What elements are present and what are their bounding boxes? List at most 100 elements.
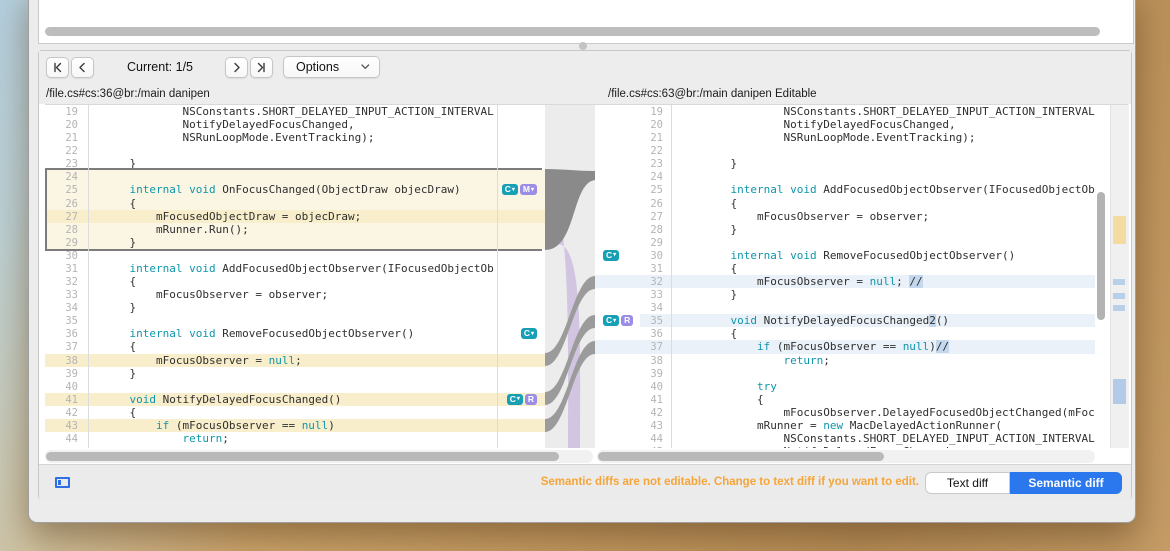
code-line[interactable]: 35 void NotifyDelayedFocusChanged2() C ▾ R <box>595 314 1095 328</box>
left-horizontal-scrollbar[interactable] <box>45 450 593 463</box>
change-badge[interactable]: C ▾ <box>603 315 620 327</box>
code-line[interactable]: 31 internal void AddFocusedObjectObserve… <box>45 262 545 275</box>
next-diff-button[interactable] <box>225 57 248 78</box>
right-horizontal-scrollbar[interactable] <box>597 450 1095 463</box>
diff-marker-blue[interactable] <box>1113 305 1125 311</box>
code-line[interactable]: 34 <box>595 301 1095 314</box>
left-code-pane[interactable]: 19 NSConstants.SHORT_DELAYED_INPUT_ACTIO… <box>45 104 545 448</box>
code-line[interactable]: 28 } <box>595 223 1095 236</box>
code-line[interactable]: 43 mRunner = new MacDelayedActionRunner( <box>595 419 1095 432</box>
scrollbar-thumb[interactable] <box>45 27 1100 36</box>
code-line[interactable]: 26 { <box>595 197 1095 210</box>
change-badge[interactable]: C ▾ <box>520 328 537 340</box>
code-line[interactable]: 41 { <box>595 393 1095 406</box>
code-line[interactable]: 33 } <box>595 288 1095 301</box>
code-line[interactable]: 44 NSConstants.SHORT_DELAYED_INPUT_ACTIO… <box>595 432 1095 445</box>
splitter-dot-icon <box>579 42 587 50</box>
code-line[interactable]: 20 NotifyDelayedFocusChanged, <box>45 118 545 131</box>
code-text: NSConstants.SHORT_DELAYED_INPUT_ACTION_I… <box>704 105 1095 118</box>
right-vertical-scrollbar[interactable] <box>1096 104 1107 448</box>
right-code-pane[interactable]: 19 NSConstants.SHORT_DELAYED_INPUT_ACTIO… <box>595 104 1128 448</box>
code-line[interactable]: 32 { <box>45 275 545 288</box>
code-line[interactable]: 43 if (mFocusObserver == null) <box>45 418 545 432</box>
code-line[interactable]: 29 } <box>45 235 545 249</box>
code-line[interactable]: 42 mFocusObserver.DelayedFocusedObjectCh… <box>595 406 1095 419</box>
diff-marker-blue[interactable] <box>1113 379 1126 404</box>
code-text: NotifyDelayedFocusChanged, <box>103 118 355 132</box>
code-line[interactable]: 34 } <box>45 301 545 314</box>
last-diff-button[interactable] <box>250 57 273 78</box>
code-text: { <box>704 327 738 341</box>
code-line[interactable]: 22 <box>45 144 545 157</box>
line-number: 22 <box>650 145 663 158</box>
semantic-diff-button[interactable]: Semantic diff <box>1010 472 1122 494</box>
code-line[interactable]: 23 } <box>45 157 545 170</box>
diff-marker-blue[interactable] <box>1113 293 1125 299</box>
line-number: 36 <box>650 328 663 341</box>
code-line[interactable]: 29 <box>595 236 1095 249</box>
code-line[interactable]: 25 internal void OnFocusChanged(ObjectDr… <box>45 183 545 197</box>
overview-ruler[interactable] <box>1110 104 1129 448</box>
diff-marker-blue[interactable] <box>1113 279 1125 285</box>
code-line[interactable]: 30 internal void RemoveFocusedObjectObse… <box>595 249 1095 262</box>
line-number: 37 <box>650 341 663 354</box>
scrollbar-thumb[interactable] <box>1097 192 1105 320</box>
code-text: { <box>103 275 137 289</box>
code-line[interactable]: 33 mFocusObserver = observer; <box>45 288 545 301</box>
code-line[interactable]: 37 if (mFocusObserver == null)// <box>595 340 1095 354</box>
renamed-badge[interactable]: R <box>524 393 537 405</box>
badge-dropdown-icon: ▾ <box>511 186 515 193</box>
code-line[interactable]: 20 NotifyDelayedFocusChanged, <box>595 118 1095 131</box>
code-line[interactable]: 39 } <box>45 367 545 380</box>
code-line[interactable]: 28 mRunner.Run(); <box>45 222 545 236</box>
code-line[interactable]: 45 NotifyDelayedFocusChanged, <box>595 445 1095 448</box>
code-line[interactable]: 22 <box>595 144 1095 157</box>
scrollbar-thumb[interactable] <box>46 452 559 461</box>
first-diff-button[interactable] <box>46 57 69 78</box>
change-badge[interactable]: C ▾ <box>603 249 620 261</box>
code-line[interactable]: 24 <box>595 170 1095 183</box>
line-number: 26 <box>650 197 663 210</box>
line-number: 24 <box>65 171 78 184</box>
code-line[interactable]: 30 <box>45 249 545 262</box>
code-line[interactable]: 38 return; <box>595 354 1095 367</box>
code-line[interactable]: 21 NSRunLoopMode.EventTracking); <box>595 131 1095 144</box>
code-line[interactable]: 21 NSRunLoopMode.EventTracking); <box>45 131 545 144</box>
change-badge[interactable]: C ▾ <box>506 393 523 405</box>
top-horizontal-scrollbar[interactable] <box>40 25 1130 39</box>
code-line[interactable]: 39 <box>595 367 1095 380</box>
scrollbar-thumb[interactable] <box>598 452 884 461</box>
change-badge[interactable]: C ▾ <box>501 184 518 196</box>
text-diff-button[interactable]: Text diff <box>925 472 1010 494</box>
code-line[interactable]: 40 <box>45 380 545 393</box>
renamed-badge[interactable]: R <box>621 315 634 327</box>
options-dropdown[interactable]: Options <box>283 56 380 78</box>
code-line[interactable]: 36 internal void RemoveFocusedObjectObse… <box>45 327 545 340</box>
code-line[interactable]: 41 void NotifyDelayedFocusChanged() C ▾ R <box>45 392 545 406</box>
code-line[interactable]: 36 { <box>595 327 1095 340</box>
code-text: } <box>103 366 137 380</box>
previous-diff-button[interactable] <box>71 57 94 78</box>
code-line[interactable]: 31 { <box>595 262 1095 275</box>
code-line[interactable]: 42 { <box>45 406 545 419</box>
code-line[interactable]: 38 mFocusObserver = null; <box>45 353 545 367</box>
line-number: 29 <box>65 236 78 249</box>
code-line[interactable]: 40 try <box>595 380 1095 393</box>
code-line[interactable]: 26 { <box>45 196 545 210</box>
code-line[interactable]: 23 } <box>595 157 1095 170</box>
moved-badge[interactable]: M ▾ <box>519 184 537 196</box>
code-line[interactable]: 19 NSConstants.SHORT_DELAYED_INPUT_ACTIO… <box>45 105 545 118</box>
code-line[interactable]: 44 return; <box>45 432 545 445</box>
code-text: try <box>756 379 777 393</box>
code-line[interactable]: 27 mFocusedObjectDraw = objecDraw; <box>45 209 545 223</box>
code-line[interactable]: 35 <box>45 314 545 327</box>
code-line[interactable]: 24 <box>45 170 545 184</box>
code-line[interactable]: 19 NSConstants.SHORT_DELAYED_INPUT_ACTIO… <box>595 105 1095 118</box>
code-line[interactable]: 27 mFocusObserver = observer; <box>595 210 1095 223</box>
code-line[interactable]: 25 internal void AddFocusedObjectObserve… <box>595 183 1095 196</box>
code-text: internal void AddFocusedObjectObserver(I… <box>730 183 1095 197</box>
code-line[interactable]: 37 { <box>45 340 545 353</box>
toggle-panel-icon[interactable] <box>55 477 70 488</box>
code-line[interactable]: 32 mFocusObserver = null; // <box>595 275 1095 289</box>
diff-marker-yellow[interactable] <box>1113 216 1126 244</box>
